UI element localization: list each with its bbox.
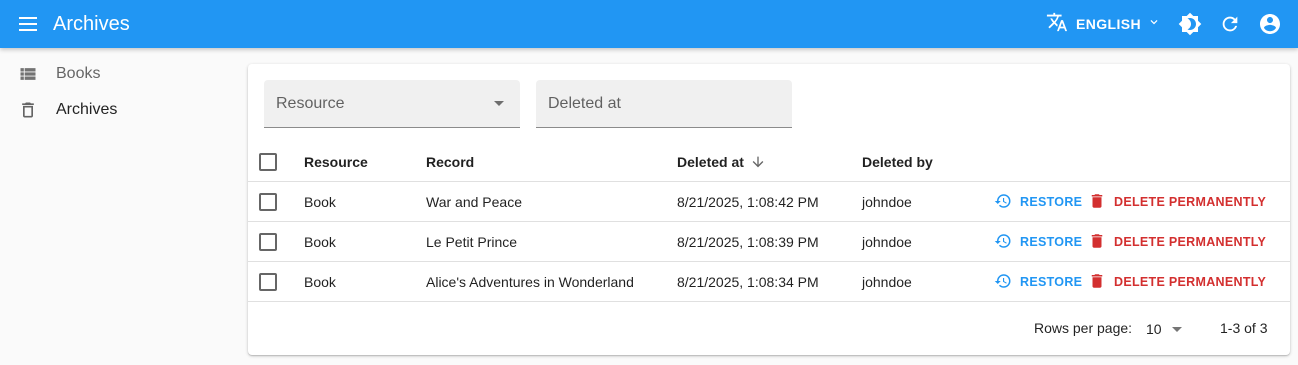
restore-label: RESTORE <box>1020 275 1083 289</box>
refresh-icon[interactable] <box>1218 12 1242 36</box>
row-checkbox[interactable] <box>259 193 277 211</box>
delete-permanently-button[interactable]: DELETE PERMANENTLY <box>1088 222 1266 262</box>
delete-icon <box>1088 232 1106 253</box>
theme-toggle-icon[interactable] <box>1178 12 1202 36</box>
table-row[interactable]: Book Alice's Adventures in Wonderland 8/… <box>248 262 1290 302</box>
delete-icon <box>1088 192 1106 213</box>
cell-record: War and Peace <box>426 194 522 210</box>
resource-filter-placeholder: Resource <box>276 95 345 112</box>
history-icon <box>994 192 1012 213</box>
page-title: Archives <box>53 13 130 35</box>
history-icon <box>994 232 1012 253</box>
cell-resource: Book <box>304 194 336 210</box>
sidebar: Books Archives <box>0 56 240 128</box>
restore-button[interactable]: RESTORE <box>994 262 1082 302</box>
account-icon[interactable] <box>1258 12 1282 36</box>
cell-record: Alice's Adventures in Wonderland <box>426 274 634 290</box>
cell-resource: Book <box>304 234 336 250</box>
arrow-down-icon <box>750 154 766 170</box>
delete-permanently-button[interactable]: DELETE PERMANENTLY <box>1088 182 1266 222</box>
cell-deleted-by: johndoe <box>862 194 912 210</box>
row-checkbox[interactable] <box>259 233 277 251</box>
cell-deleted-by: johndoe <box>862 234 912 250</box>
dropdown-arrow-icon <box>494 101 504 106</box>
column-header-record[interactable]: Record <box>426 142 474 182</box>
rows-per-page-value: 10 <box>1146 321 1162 337</box>
pagination-range: 1-3 of 3 <box>1220 320 1268 336</box>
app-bar: Archives ENGLISH <box>0 0 1298 48</box>
delete-permanently-label: DELETE PERMANENTLY <box>1114 275 1267 289</box>
table-header: Resource Record Deleted at Deleted by <box>248 142 1290 182</box>
cell-resource: Book <box>304 274 336 290</box>
trash-icon <box>18 100 38 120</box>
column-header-deleted-by[interactable]: Deleted by <box>862 142 933 182</box>
column-header-resource[interactable]: Resource <box>304 142 368 182</box>
cell-deleted-at: 8/21/2025, 1:08:34 PM <box>677 274 819 290</box>
history-icon <box>994 272 1012 293</box>
cell-deleted-at: 8/21/2025, 1:08:42 PM <box>677 194 819 210</box>
sidebar-item-books[interactable]: Books <box>0 56 240 92</box>
deleted-at-filter[interactable]: Deleted at <box>536 80 792 128</box>
rows-per-page-label: Rows per page: <box>1034 320 1133 336</box>
select-all-checkbox[interactable] <box>259 153 277 171</box>
list-icon <box>18 64 38 84</box>
delete-icon <box>1088 272 1106 293</box>
delete-permanently-label: DELETE PERMANENTLY <box>1114 195 1267 209</box>
dropdown-arrow-icon <box>1171 326 1182 332</box>
cell-deleted-at: 8/21/2025, 1:08:39 PM <box>677 234 819 250</box>
resource-filter[interactable]: Resource <box>264 80 520 128</box>
archives-list-card: Resource Deleted at Resource Record Dele… <box>248 64 1290 355</box>
language-label: ENGLISH <box>1076 16 1142 32</box>
cell-record: Le Petit Prince <box>426 234 518 250</box>
translate-icon <box>1046 11 1068 38</box>
table-row[interactable]: Book War and Peace 8/21/2025, 1:08:42 PM… <box>248 182 1290 222</box>
restore-label: RESTORE <box>1020 235 1083 249</box>
language-selector[interactable]: ENGLISH <box>1046 10 1161 38</box>
menu-icon[interactable] <box>16 12 40 36</box>
rows-per-page-select[interactable]: 10 <box>1146 318 1182 340</box>
table-row[interactable]: Book Le Petit Prince 8/21/2025, 1:08:39 … <box>248 222 1290 262</box>
sidebar-item-label: Archives <box>56 101 118 118</box>
row-checkbox[interactable] <box>259 273 277 291</box>
restore-button[interactable]: RESTORE <box>994 182 1082 222</box>
restore-label: RESTORE <box>1020 195 1083 209</box>
column-header-label: Deleted at <box>677 154 744 170</box>
column-header-deleted-at[interactable]: Deleted at <box>677 142 766 182</box>
cell-deleted-by: johndoe <box>862 274 912 290</box>
deleted-at-filter-placeholder: Deleted at <box>548 95 621 112</box>
sidebar-item-archives[interactable]: Archives <box>0 92 240 128</box>
pagination: Rows per page: 10 1-3 of 3 <box>248 304 1290 355</box>
sidebar-item-label: Books <box>56 65 101 82</box>
chevron-down-icon <box>1147 15 1161 34</box>
restore-button[interactable]: RESTORE <box>994 222 1082 262</box>
delete-permanently-button[interactable]: DELETE PERMANENTLY <box>1088 262 1266 302</box>
delete-permanently-label: DELETE PERMANENTLY <box>1114 235 1267 249</box>
